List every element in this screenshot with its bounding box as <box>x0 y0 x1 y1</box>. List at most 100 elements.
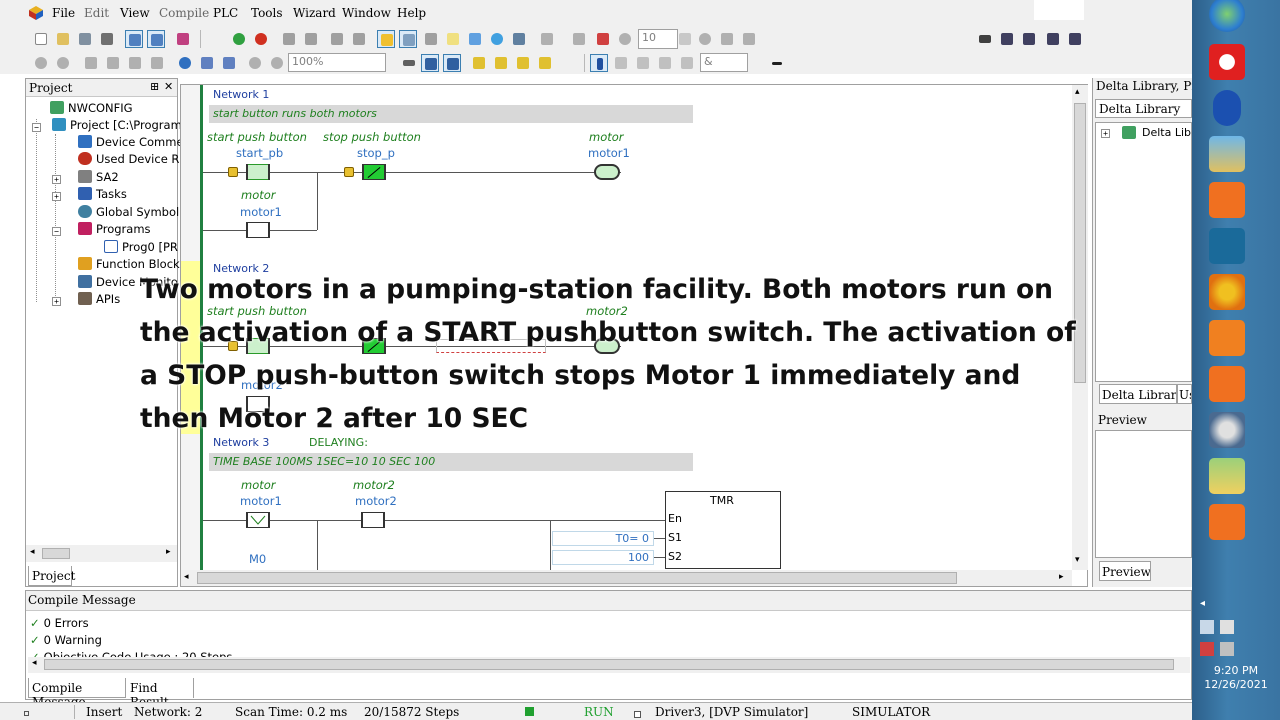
menu-tools[interactable]: Tools <box>251 6 283 20</box>
library-select[interactable]: Delta Library <box>1095 99 1192 118</box>
eraser-icon[interactable] <box>148 54 166 72</box>
tree-item-global-symbol[interactable]: Global Symbol <box>78 205 179 222</box>
tree-expand-icon[interactable]: + <box>52 297 61 306</box>
goto-icon[interactable] <box>220 54 238 72</box>
tab-find-result[interactable]: Find Result <box>128 678 194 709</box>
bookmark-prev-icon[interactable] <box>514 54 532 72</box>
tray-network-icon[interactable] <box>1220 620 1234 634</box>
windows-start-icon[interactable] <box>1209 0 1245 32</box>
menu-window[interactable]: Window <box>342 6 391 20</box>
library-tree-item[interactable]: Delta Libr <box>1142 126 1191 139</box>
device-icon[interactable] <box>510 30 528 48</box>
print-icon[interactable] <box>98 30 116 48</box>
media-player-icon[interactable] <box>1209 320 1245 356</box>
contact-start-pb[interactable] <box>246 164 270 180</box>
zoom-select[interactable]: 100% <box>288 53 386 72</box>
tray-expand-icon[interactable]: ◂ <box>1200 598 1205 609</box>
save-icon[interactable] <box>76 30 94 48</box>
stop-icon[interactable] <box>252 30 270 48</box>
layout-left-icon[interactable] <box>125 30 143 48</box>
close-icon[interactable]: ✕ <box>164 80 173 93</box>
branch-icon[interactable] <box>768 54 786 72</box>
library-icon[interactable] <box>174 30 192 48</box>
tmr-function-block[interactable]: TMR En S1 S2 <box>665 491 781 569</box>
menu-file[interactable]: File <box>52 6 75 20</box>
view-mode-icon[interactable] <box>421 54 439 72</box>
pin-icon[interactable]: ⊞ <box>150 80 159 93</box>
tree-expand-icon[interactable]: + <box>52 175 61 184</box>
scroll-left-icon[interactable]: ◂ <box>184 572 189 582</box>
tree-collapse-icon[interactable]: − <box>32 123 41 132</box>
tmr-s2-operand[interactable]: 100 <box>552 550 654 565</box>
bluetooth-icon[interactable] <box>1213 90 1241 126</box>
editor-horizontal-scrollbar[interactable]: ◂ ▸ <box>181 570 1072 586</box>
timer-icon[interactable] <box>616 30 634 48</box>
compile-horizontal-scrollbar[interactable]: ◂ <box>28 657 1190 673</box>
scan-count-field[interactable]: 10 <box>638 29 678 49</box>
tab-compile-message[interactable]: Compile Message <box>28 678 126 709</box>
instruction-select[interactable]: & <box>700 53 748 72</box>
tray-display-icon[interactable] <box>1200 620 1214 634</box>
tree-item-tasks[interactable]: Tasks <box>78 187 127 204</box>
folder-icon[interactable] <box>1209 458 1245 494</box>
view-symbol-icon[interactable] <box>443 54 461 72</box>
monitor-stop-icon[interactable] <box>350 30 368 48</box>
scroll-right-icon[interactable]: ▸ <box>166 547 171 557</box>
scroll-down-icon[interactable]: ▾ <box>1075 555 1080 565</box>
tab-user-library[interactable]: Us <box>1177 384 1192 404</box>
online-edit-icon[interactable] <box>399 30 417 48</box>
download-icon[interactable] <box>280 30 298 48</box>
scroll-left-icon[interactable]: ◂ <box>30 547 35 557</box>
menu-edit[interactable]: Edit <box>84 6 109 20</box>
media-app-icon[interactable] <box>1209 274 1245 310</box>
compile-icon[interactable] <box>230 30 248 48</box>
menu-view[interactable]: View <box>120 6 150 20</box>
scroll-right-icon[interactable]: ▸ <box>1059 572 1064 582</box>
menu-plc[interactable]: PLC <box>213 6 238 20</box>
tree-expand-icon[interactable]: + <box>1101 129 1110 138</box>
idea-icon[interactable] <box>488 30 506 48</box>
tree-item-prog0[interactable]: Prog0 [PR <box>104 240 178 257</box>
window-list-icon[interactable] <box>1066 30 1084 48</box>
tree-item-nwconfig[interactable]: NWCONFIG <box>50 101 133 118</box>
scroll-thumb[interactable] <box>42 548 70 559</box>
undo-icon[interactable] <box>32 54 50 72</box>
reset-icon[interactable] <box>740 30 758 48</box>
scroll-thumb[interactable] <box>44 659 1174 670</box>
tab-project[interactable]: Project <box>28 566 75 586</box>
tray-volume-icon[interactable] <box>1220 642 1234 656</box>
select-pointer-icon[interactable] <box>590 54 608 72</box>
menu-compile[interactable]: Compile <box>159 6 209 20</box>
redo-icon[interactable] <box>54 54 72 72</box>
contact-motor1-nc[interactable] <box>246 512 270 528</box>
tree-item-programs[interactable]: Programs <box>78 222 151 239</box>
bookmark-next-icon[interactable] <box>492 54 510 72</box>
window-tile-vertical-icon[interactable] <box>998 30 1016 48</box>
step-icon[interactable] <box>538 30 556 48</box>
layout-bottom-icon[interactable] <box>147 30 165 48</box>
scroll-thumb[interactable] <box>197 572 957 584</box>
spin-buttons-icon[interactable] <box>678 30 692 48</box>
opera-icon[interactable] <box>1209 44 1245 80</box>
coil-icon[interactable] <box>634 54 652 72</box>
tab-delta-library[interactable]: Delta Library <box>1099 384 1177 404</box>
menu-wizard[interactable]: Wizard <box>293 6 336 20</box>
contact-stop-pb[interactable] <box>362 164 386 180</box>
network-comment[interactable]: start button runs both motors <box>209 105 693 123</box>
pdf-icon[interactable] <box>1209 504 1245 540</box>
network-comment[interactable]: TIME BASE 100MS 1SEC=10 10 SEC 100 <box>209 453 693 471</box>
scroll-up-icon[interactable]: ▴ <box>1075 87 1080 97</box>
tree-collapse-icon[interactable]: − <box>52 227 61 236</box>
edit-mode-icon[interactable] <box>377 30 395 48</box>
hline-icon[interactable] <box>656 54 674 72</box>
open-file-icon[interactable] <box>54 30 72 48</box>
camera-icon[interactable] <box>1209 366 1245 402</box>
replace-icon[interactable] <box>198 54 216 72</box>
monitor-icon[interactable] <box>328 30 346 48</box>
symbol-icon[interactable] <box>466 30 484 48</box>
zoom-in-icon[interactable] <box>246 54 264 72</box>
tab-preview[interactable]: Preview <box>1099 561 1151 581</box>
coil-motor1[interactable] <box>594 164 620 180</box>
screen-recorder-icon[interactable] <box>1209 182 1245 218</box>
abc-comment-icon[interactable] <box>400 54 418 72</box>
